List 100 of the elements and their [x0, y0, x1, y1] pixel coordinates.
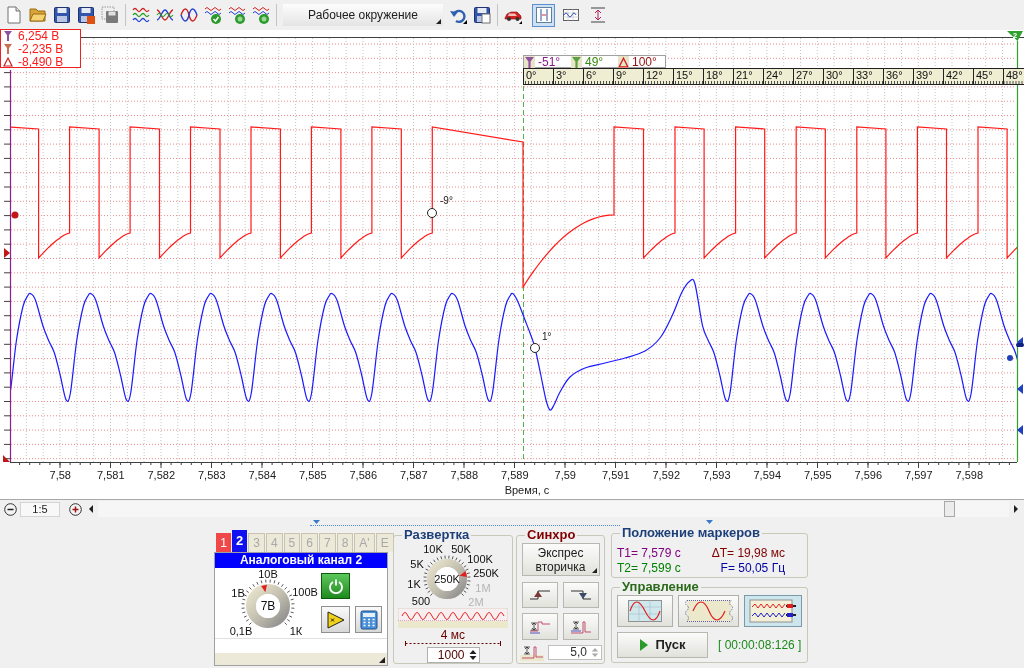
waves-badge-icon[interactable] — [228, 6, 246, 24]
waves-check-icon[interactable] — [204, 6, 222, 24]
trigger-marker-icon — [3, 455, 10, 462]
zero-level-marker-icon — [4, 248, 10, 258]
floppy-disk-badge-icon[interactable] — [77, 6, 95, 24]
step-level-icon — [520, 644, 544, 661]
rising-edge-button[interactable] — [522, 582, 558, 608]
play-icon — [639, 639, 648, 651]
knob-value: 7В — [260, 600, 276, 612]
view-toggle-button[interactable] — [532, 3, 555, 27]
time-tick-label: 7,596 — [853, 468, 883, 482]
group-title: Положение маркеров — [620, 525, 762, 541]
phase-scale-label: 48° — [1003, 69, 1024, 84]
view-mode-button[interactable] — [617, 595, 674, 627]
scrollbar-thumb[interactable] — [944, 501, 955, 517]
resize-grip-icon[interactable] — [379, 657, 385, 663]
knob-scale-label: 100В — [292, 586, 318, 598]
time-span-label: 4 мс — [440, 629, 466, 641]
zoom-ratio-field[interactable]: 1:5 — [20, 501, 60, 517]
offset-dot-icon — [11, 211, 19, 219]
channel-tab[interactable]: 1 — [216, 533, 231, 552]
time-tick-label: 7,592 — [651, 468, 681, 482]
scroll-left-icon[interactable] — [87, 504, 95, 514]
knob-scale-label: 50K — [451, 543, 471, 555]
horizontal-scrollbar[interactable] — [98, 501, 1009, 517]
sine-pair-icon[interactable] — [180, 6, 198, 24]
step-level-icon — [569, 618, 593, 635]
zero-level-marker-icon — [1017, 384, 1023, 394]
time-tick-label: 7,59 — [553, 468, 577, 482]
time-tick-label: 7,583 — [197, 468, 227, 482]
time-tick-label: 7,58 — [48, 468, 72, 482]
marker-value: T2= 7,599 с — [617, 561, 681, 576]
power-button[interactable] — [321, 573, 350, 599]
scroll-right-icon[interactable] — [1012, 504, 1020, 514]
axis-title: Время, с — [504, 483, 550, 498]
sine-scroll-icon — [683, 600, 734, 622]
time-tick-label: 7,587 — [399, 468, 429, 482]
marker-value: T1= 7,579 с — [617, 546, 681, 561]
falling-edge-button[interactable] — [563, 582, 599, 608]
time-tick-label: 7,598 — [954, 468, 984, 482]
spin-arrows-icon[interactable] — [468, 649, 477, 661]
knob-pointer[interactable] — [459, 571, 468, 577]
new-document-icon[interactable] — [5, 6, 23, 24]
cursor-handle[interactable]: 2 — [1007, 31, 1023, 41]
cursor-line[interactable] — [9, 69, 12, 463]
points-spinbox[interactable]: 1000 — [426, 647, 480, 663]
threshold-spinbox[interactable]: 5,0 — [548, 645, 602, 660]
triangle-button[interactable] — [321, 606, 350, 633]
waves-icon[interactable] — [132, 6, 150, 24]
phase-scale-label: 27° — [793, 69, 823, 84]
cursor-lines-icon — [534, 6, 553, 24]
floppy-disk-page-icon[interactable] — [473, 6, 491, 24]
zoom-in-icon[interactable] — [69, 502, 82, 516]
phase-scale-label: 18° — [703, 69, 733, 84]
start-button[interactable]: Пуск — [617, 632, 708, 658]
knob-scale-label: 1В — [231, 587, 245, 599]
channel-tab[interactable]: 2 — [232, 530, 248, 552]
waves-badge-icon[interactable] — [252, 6, 270, 24]
cursor-marker-icon — [3, 30, 13, 41]
corner-caret-icon — [591, 568, 597, 573]
channel-tab[interactable]: E — [375, 533, 394, 552]
channel-tab[interactable]: 4 — [265, 533, 283, 552]
view-mode-button[interactable] — [743, 595, 802, 627]
channel-tab[interactable]: 3 — [248, 533, 265, 552]
workspace-dropdown[interactable]: Рабочее окружение — [283, 4, 443, 26]
phase-scale-label: 6° — [583, 69, 613, 84]
knob-scale-label: 100K — [467, 553, 493, 565]
zoom-out-icon[interactable] — [4, 502, 17, 516]
marker-value: F= 50,05 Гц — [720, 561, 785, 576]
elapsed-time: [ 00:00:08:126 ] — [718, 638, 802, 652]
delta-icon — [3, 56, 13, 67]
triangle-icon — [325, 609, 346, 630]
phase-label: 1° — [542, 331, 552, 342]
view-mode-button[interactable] — [678, 595, 739, 627]
channel-tab[interactable]: A' — [354, 533, 375, 552]
calculator-button[interactable] — [355, 606, 382, 633]
phase-scale-label: 0° — [523, 69, 553, 84]
cursor-marker-icon — [3, 43, 13, 54]
time-tick-label: 7,591 — [601, 468, 631, 482]
time-tick-label: 7,588 — [449, 468, 479, 482]
time-tick-label: 7,595 — [803, 468, 833, 482]
sync-mode-button[interactable]: Экспрес вторичка — [521, 543, 600, 576]
calculator-icon — [359, 609, 378, 630]
voltage-value: -2,235 В — [18, 42, 64, 55]
time-tick-label: 7,585 — [298, 468, 328, 482]
knob-pointer[interactable] — [261, 584, 267, 593]
open-folder-icon[interactable] — [29, 6, 47, 24]
phase-scale-label: 36° — [883, 69, 913, 84]
phase-value: 100° — [632, 55, 657, 68]
channel-tab[interactable]: 6 — [301, 533, 318, 552]
floppy-disk-stack-icon[interactable] — [101, 6, 119, 24]
channel-tab[interactable]: 7 — [319, 533, 336, 552]
channel-title: Аналоговый канал 2 — [215, 553, 387, 568]
power-icon — [327, 578, 344, 594]
fit-height-icon — [588, 6, 607, 24]
channel-tab[interactable]: 8 — [336, 533, 354, 552]
step-level-icon — [528, 618, 552, 635]
channel-tab[interactable]: 5 — [283, 533, 301, 552]
knob-scale-label: 1K — [407, 578, 421, 590]
voltage-value: 6,254 В — [18, 29, 60, 42]
